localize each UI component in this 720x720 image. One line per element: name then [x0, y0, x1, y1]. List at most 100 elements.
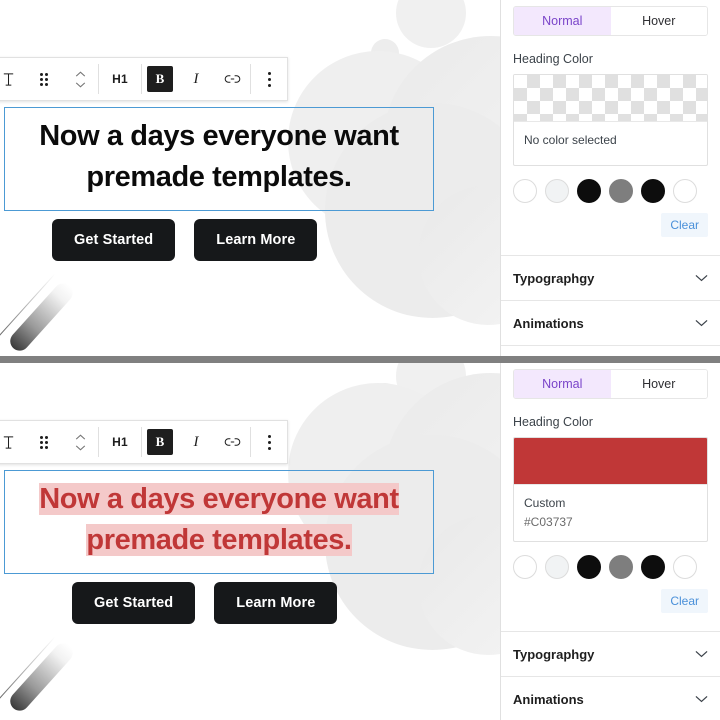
- color-preview[interactable]: No color selected: [513, 74, 708, 166]
- screenshot-panel-top: H1 B I Now a days everyone want premade …: [0, 0, 720, 356]
- selected-color-swatch[interactable]: [514, 438, 707, 484]
- heading-level-h1-button[interactable]: H1: [99, 421, 141, 463]
- heading-line-2: premade templates.: [86, 161, 352, 194]
- clear-row: Clear: [513, 213, 708, 237]
- drag-dots: [40, 435, 48, 449]
- panel-sections: Typographgy Animations: [501, 255, 720, 346]
- tab-normal[interactable]: Normal: [514, 370, 611, 398]
- state-tabs: Normal Hover: [513, 6, 708, 36]
- screenshot-panel-bottom: H1 B I Now a days everyone want premade …: [0, 363, 720, 720]
- decor-circle: [396, 0, 466, 48]
- state-tabs: Normal Hover: [513, 369, 708, 399]
- bold-button[interactable]: B: [142, 58, 178, 100]
- get-started-button[interactable]: Get Started: [52, 219, 176, 261]
- palette-swatch-white-2[interactable]: [673, 555, 697, 579]
- color-caption-primary: No color selected: [524, 133, 617, 147]
- heading-color-label: Heading Color: [513, 52, 593, 66]
- heading-level-h1-button[interactable]: H1: [99, 58, 141, 100]
- heading-type-glyph: [3, 435, 13, 449]
- section-typography-label: Typographgy: [513, 646, 595, 662]
- more-options-icon[interactable]: [251, 58, 287, 100]
- cta-button-row: Get Started Learn More: [52, 219, 318, 261]
- heading-type-icon[interactable]: [0, 58, 26, 100]
- clear-button[interactable]: Clear: [661, 213, 708, 237]
- clear-button[interactable]: Clear: [661, 589, 708, 613]
- heading-line-2: premade templates.: [86, 524, 352, 557]
- chevron-down-icon: [75, 81, 85, 88]
- chevron-down-icon: [695, 269, 708, 287]
- heading-text: Now a days everyone want premade template…: [17, 479, 421, 561]
- block-toolbar[interactable]: H1 B I: [0, 420, 288, 464]
- heading-type-glyph: [3, 72, 13, 86]
- link-glyph: [224, 75, 240, 83]
- palette-swatch-black[interactable]: [577, 555, 601, 579]
- color-palette: [513, 179, 708, 203]
- palette-swatch-gray[interactable]: [609, 179, 633, 203]
- cta-button-row: Get Started Learn More: [72, 582, 338, 624]
- color-preview[interactable]: Custom #C03737: [513, 437, 708, 542]
- tab-normal[interactable]: Normal: [514, 7, 611, 35]
- palette-swatch-black-2[interactable]: [641, 179, 665, 203]
- heading-type-icon[interactable]: [0, 421, 26, 463]
- bold-button[interactable]: B: [142, 421, 178, 463]
- italic-button[interactable]: I: [178, 421, 214, 463]
- more-options-icon[interactable]: [251, 421, 287, 463]
- h1-label: H1: [112, 72, 128, 86]
- link-icon[interactable]: [214, 58, 250, 100]
- italic-label: I: [193, 433, 199, 450]
- section-animations[interactable]: Animations: [501, 301, 720, 346]
- palette-swatch-black-2[interactable]: [641, 555, 665, 579]
- section-typography[interactable]: Typographgy: [501, 632, 720, 677]
- more-dots: [267, 71, 271, 87]
- section-typography-label: Typographgy: [513, 270, 595, 286]
- palette-swatch-black[interactable]: [577, 179, 601, 203]
- chevron-up-icon: [75, 70, 85, 77]
- chevron-pair: [75, 70, 86, 88]
- heading-block-selected[interactable]: Now a days everyone want premade template…: [4, 107, 434, 212]
- heading-color-label: Heading Color: [513, 415, 593, 429]
- chevron-down-icon: [75, 444, 85, 451]
- palette-swatch-white[interactable]: [513, 179, 537, 203]
- more-dots: [267, 434, 271, 450]
- heading-line-1: Now a days everyone want: [39, 120, 399, 152]
- palette-swatch-gray[interactable]: [609, 555, 633, 579]
- decor-circle: [371, 39, 399, 67]
- palette-swatch-white[interactable]: [513, 555, 537, 579]
- drag-handle-icon[interactable]: [26, 58, 62, 100]
- color-caption-primary: Custom: [524, 496, 566, 510]
- italic-button[interactable]: I: [178, 58, 214, 100]
- palette-swatch-white-2[interactable]: [673, 179, 697, 203]
- tab-hover[interactable]: Hover: [610, 7, 707, 35]
- drag-handle-icon[interactable]: [26, 421, 62, 463]
- editor-canvas-bottom: H1 B I Now a days everyone want premade …: [0, 363, 500, 720]
- tab-hover[interactable]: Hover: [610, 370, 707, 398]
- section-animations[interactable]: Animations: [501, 677, 720, 720]
- move-up-down-icon[interactable]: [62, 58, 98, 100]
- heading-block-selected[interactable]: Now a days everyone want premade template…: [4, 470, 434, 575]
- section-typography[interactable]: Typographgy: [501, 256, 720, 301]
- learn-more-button[interactable]: Learn More: [194, 219, 318, 261]
- inspector-panel-bottom: Normal Hover Heading Color Custom #C0373…: [500, 363, 720, 720]
- screenshot-divider: [0, 356, 720, 363]
- get-started-button[interactable]: Get Started: [72, 582, 196, 624]
- bold-label: B: [147, 429, 173, 455]
- palette-swatch-light-gray[interactable]: [545, 179, 569, 203]
- heading-line-1: Now a days everyone want: [39, 483, 399, 515]
- heading-text: Now a days everyone want premade template…: [17, 116, 421, 198]
- h1-label: H1: [112, 435, 128, 449]
- section-animations-label: Animations: [513, 315, 584, 331]
- clear-row: Clear: [513, 589, 708, 613]
- transparency-checkerboard[interactable]: [514, 75, 707, 121]
- decor-circle: [396, 363, 466, 411]
- drag-dots: [40, 72, 48, 86]
- chevron-down-icon: [695, 645, 708, 663]
- chevron-pair: [75, 433, 86, 451]
- link-icon[interactable]: [214, 421, 250, 463]
- palette-swatch-light-gray[interactable]: [545, 555, 569, 579]
- move-up-down-icon[interactable]: [62, 421, 98, 463]
- color-caption: Custom #C03737: [514, 484, 707, 541]
- learn-more-button[interactable]: Learn More: [214, 582, 338, 624]
- link-glyph: [224, 438, 240, 446]
- editor-canvas-top: H1 B I Now a days everyone want premade …: [0, 0, 500, 356]
- block-toolbar[interactable]: H1 B I: [0, 57, 288, 101]
